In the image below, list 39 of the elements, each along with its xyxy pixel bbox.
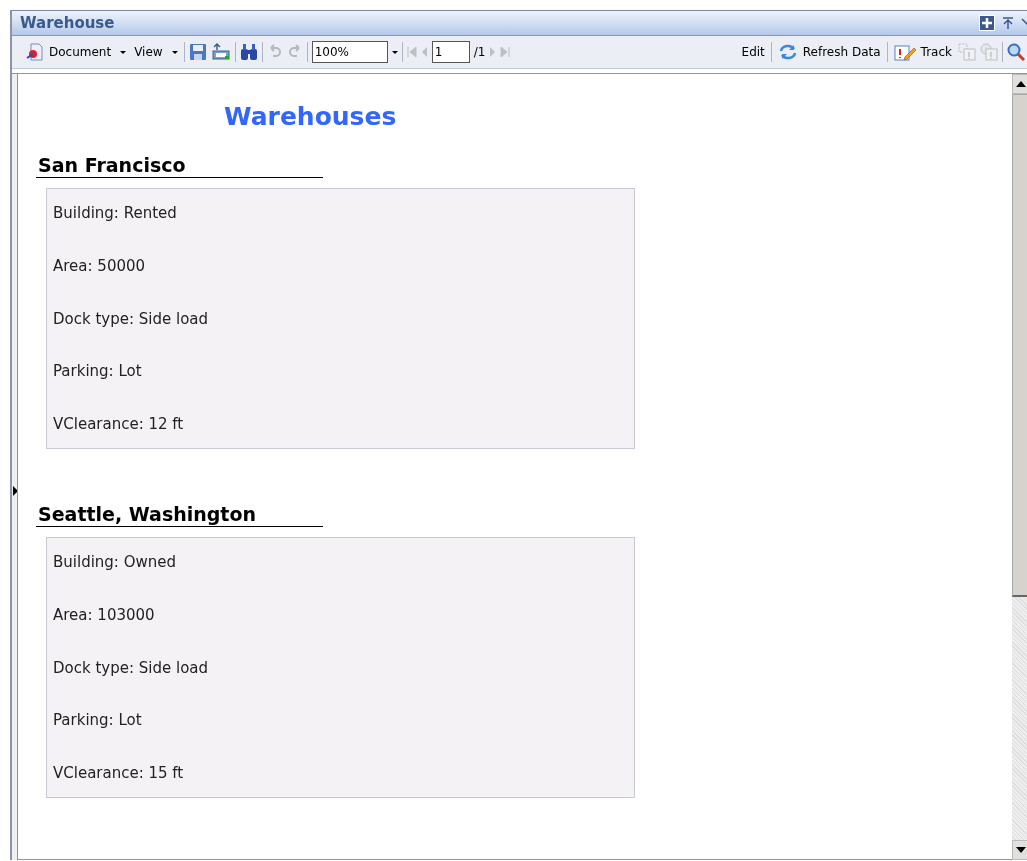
scrollbar[interactable]	[1012, 74, 1027, 860]
warehouse-field: Dock type: Side load	[53, 657, 628, 678]
warehouse-field: Area: 50000	[53, 255, 628, 276]
scroll-up-button[interactable]	[1012, 74, 1027, 94]
scroll-thumb[interactable]	[1012, 94, 1027, 597]
printer-icon[interactable]	[210, 43, 231, 61]
warehouse-field: VClearance: 12 ft	[53, 414, 628, 434]
track-button[interactable]: Track	[891, 43, 954, 61]
document-menu[interactable]: Document	[24, 43, 129, 61]
up-arrow-icon	[1015, 81, 1026, 87]
warehouse-field: Building: Owned	[53, 552, 628, 572]
warehouse-field: Parking: Lot	[53, 710, 628, 731]
warehouse-heading: San Francisco	[36, 152, 323, 178]
search-icon[interactable]	[1007, 43, 1025, 61]
warehouse-heading: Seattle, Washington	[36, 501, 323, 527]
pencil-document-icon	[893, 43, 916, 61]
down-arrow-icon	[1015, 847, 1026, 853]
caret-icon[interactable]	[391, 50, 398, 54]
warehouse-field: VClearance: 15 ft	[53, 763, 628, 783]
refresh-data-button[interactable]: Refresh Data	[775, 43, 883, 61]
splitter-handle[interactable]	[12, 74, 18, 860]
save-icon[interactable]	[188, 43, 207, 61]
page-total: /1	[473, 45, 486, 59]
warehouse-field: Building: Rented	[53, 203, 628, 223]
document-icon	[26, 43, 44, 61]
maximize-icon[interactable]	[979, 15, 995, 31]
warehouse-field: Parking: Lot	[53, 361, 628, 382]
warehouse-field: Area: 103000	[53, 604, 628, 625]
page-field[interactable]: 1	[431, 41, 470, 63]
scroll-down-button[interactable]	[1012, 840, 1027, 860]
zoom-field[interactable]: 100%	[311, 41, 388, 63]
report-title: Warehouses	[224, 102, 398, 133]
window-title: Warehouse	[20, 14, 116, 32]
edit-button[interactable]: Edit	[739, 45, 767, 59]
binoculars-icon[interactable]	[239, 43, 258, 61]
pin-icon[interactable]	[1001, 16, 1015, 30]
refresh-icon	[777, 43, 798, 61]
warehouse-field: Dock type: Side load	[53, 308, 628, 329]
view-menu[interactable]: View	[132, 45, 180, 59]
